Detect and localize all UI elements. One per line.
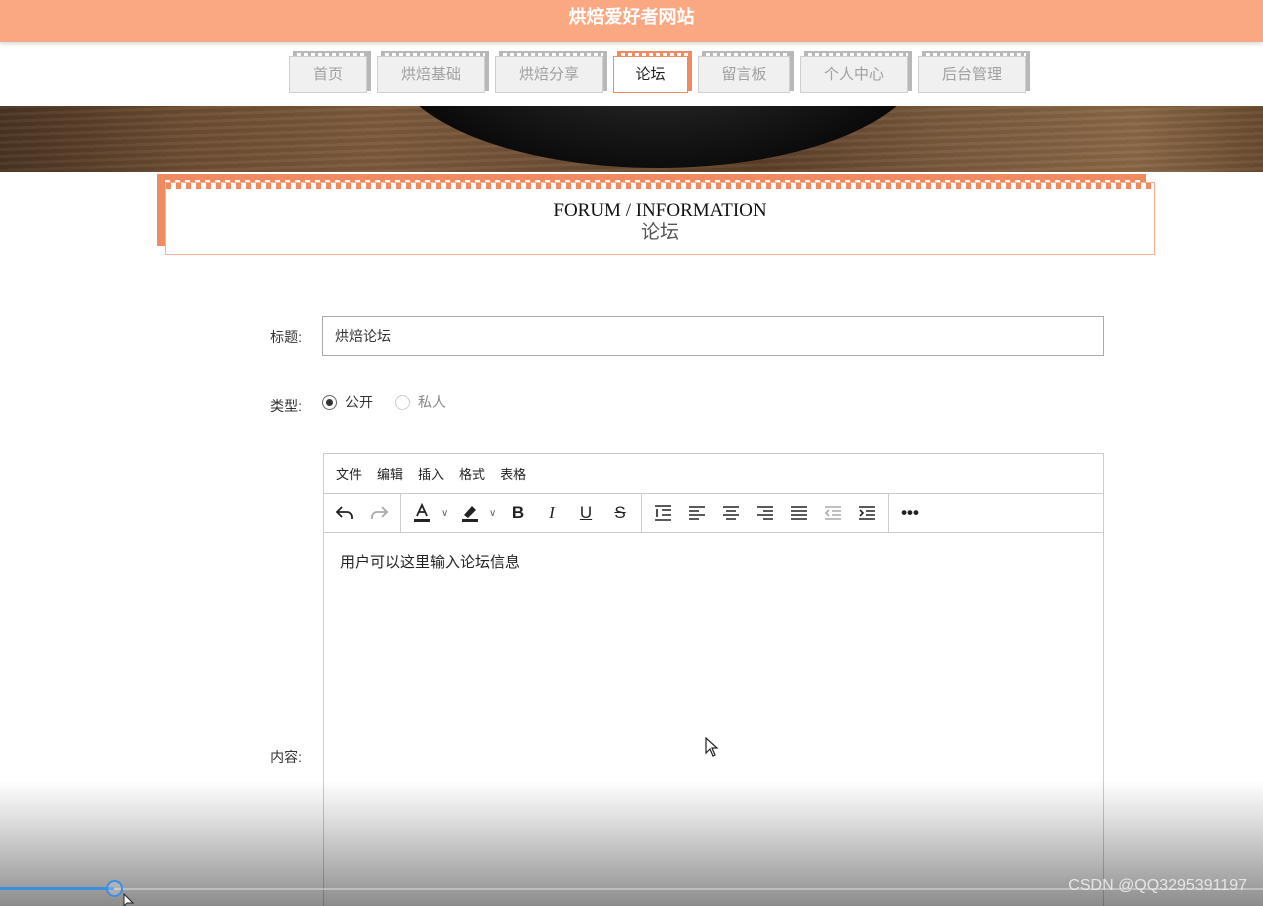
menu-file[interactable]: 文件 [336, 464, 362, 483]
chevron-down-icon[interactable]: ∨ [441, 508, 448, 519]
section-title-en: FORUM / INFORMATION [553, 200, 767, 221]
more-icon[interactable]: ••• [893, 498, 927, 528]
justify-icon[interactable] [782, 498, 816, 528]
nav-item-forum[interactable]: 论坛 [613, 51, 692, 93]
chevron-down-icon[interactable]: ∨ [489, 508, 496, 519]
nav-item-admin[interactable]: 后台管理 [918, 51, 1030, 93]
editor-toolbar: ∨ ∨ B I U S ••• [324, 493, 1103, 533]
nav-item-label[interactable]: 首页 [289, 56, 367, 93]
align-right-icon[interactable] [748, 498, 782, 528]
nav-item-baking-basics[interactable]: 烘焙基础 [377, 51, 489, 93]
nav-item-label[interactable]: 烘焙基础 [377, 56, 485, 93]
indent-icon[interactable] [850, 498, 884, 528]
radio-public-label[interactable]: 公开 [345, 392, 373, 412]
radio-public[interactable] [322, 394, 337, 410]
title-label: 标题: [270, 329, 302, 345]
underline-icon[interactable]: U [569, 498, 603, 528]
section-header: FORUM / INFORMATION 论坛 [165, 182, 1155, 255]
redo-icon[interactable] [362, 498, 396, 528]
nav-item-message-board[interactable]: 留言板 [698, 51, 794, 93]
top-bar: 烘焙爱好者网站 [0, 0, 1263, 42]
video-progress-fill [0, 887, 114, 890]
site-title: 烘焙爱好者网站 [568, 7, 695, 27]
nav-item-label[interactable]: 留言板 [698, 56, 790, 93]
undo-icon[interactable] [328, 498, 362, 528]
text-color-icon[interactable]: ∨ [405, 498, 453, 528]
main-nav: 首页 烘焙基础 烘焙分享 论坛 留言板 个人中心 后台管理 [289, 51, 1036, 95]
nav-item-label[interactable]: 个人中心 [800, 56, 908, 93]
section-title-cn: 论坛 [640, 222, 679, 243]
toolbar-group-align [642, 493, 889, 533]
mouse-cursor-icon [123, 892, 135, 906]
menu-insert[interactable]: 插入 [418, 464, 444, 483]
video-progress-handle[interactable] [106, 880, 123, 897]
menu-table[interactable]: 表格 [500, 464, 526, 483]
nav-item-home[interactable]: 首页 [289, 51, 371, 93]
radio-private[interactable] [395, 394, 410, 410]
page: 烘焙爱好者网站 首页 烘焙基础 烘焙分享 论坛 留言板 个人中心 后台管理 FO… [0, 0, 1263, 906]
nav-item-personal-center[interactable]: 个人中心 [800, 51, 912, 93]
editor-menubar: 文件 编辑 插入 格式 表格 [324, 454, 1103, 494]
type-label: 类型: [270, 398, 302, 414]
toolbar-group-history [324, 493, 401, 533]
rich-text-editor: 文件 编辑 插入 格式 表格 ∨ ∨ B I U S ••• 用户可以这里输入论… [323, 453, 1104, 906]
strikethrough-icon[interactable]: S [603, 498, 637, 528]
type-radio-group: 公开 私人 [322, 392, 468, 412]
nav-item-label[interactable]: 烘焙分享 [495, 56, 603, 93]
align-center-icon[interactable] [714, 498, 748, 528]
toolbar-group-format: ∨ ∨ B I U S [401, 493, 642, 533]
menu-edit[interactable]: 编辑 [377, 464, 403, 483]
highlight-color-icon[interactable]: ∨ [453, 498, 501, 528]
nav-item-label[interactable]: 后台管理 [918, 56, 1026, 93]
menu-format[interactable]: 格式 [459, 464, 485, 483]
content-label: 内容: [270, 749, 302, 765]
banner-image [0, 106, 1263, 172]
italic-icon[interactable]: I [535, 498, 569, 528]
watermark: CSDN @QQ3295391197 [1068, 877, 1247, 894]
outdent-icon[interactable] [816, 498, 850, 528]
bold-icon[interactable]: B [501, 498, 535, 528]
nav-item-baking-share[interactable]: 烘焙分享 [495, 51, 607, 93]
line-height-icon[interactable] [646, 498, 680, 528]
align-left-icon[interactable] [680, 498, 714, 528]
title-input[interactable] [322, 316, 1104, 356]
nav-item-label[interactable]: 论坛 [613, 56, 688, 93]
radio-private-label[interactable]: 私人 [418, 392, 446, 412]
mouse-cursor-icon [705, 736, 719, 763]
toolbar-group-more: ••• [889, 494, 931, 533]
editor-content[interactable]: 用户可以这里输入论坛信息 [324, 533, 1103, 590]
